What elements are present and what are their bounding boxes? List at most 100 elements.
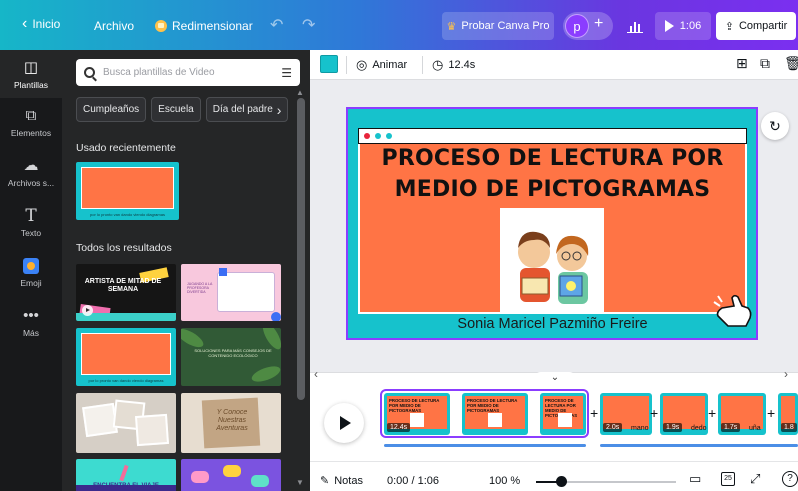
scroll-up-icon[interactable]: ▲ [296, 88, 304, 97]
timeline-play-button[interactable] [324, 403, 364, 443]
more-icon: ••• [23, 307, 39, 324]
text-icon: T [25, 206, 37, 226]
play-duration: 1:06 [679, 20, 702, 32]
template-thumb-recent[interactable]: por lo pronto van dando viendo diagramas [76, 162, 179, 220]
kids-reading-illustration[interactable] [500, 208, 604, 312]
results-section-title: Todos los resultados [76, 242, 172, 254]
rail-item-uploads[interactable]: ☁ Archivos s... [0, 158, 62, 189]
chip-fathers-day[interactable]: Día del padre › [205, 97, 289, 122]
timeline-clip[interactable]: 1.8 [778, 393, 798, 435]
rail-item-templates[interactable]: ◫ Plantillas [0, 50, 62, 98]
scroll-down-icon[interactable]: ▼ [296, 478, 304, 487]
audio-track[interactable] [600, 444, 798, 447]
chip-school[interactable]: Escuela [151, 97, 201, 122]
template-thumb-artista[interactable]: ARTISTA DE MITAD DE SEMANA [76, 264, 176, 321]
template-thumb-pink[interactable]: JUGANDO A LA PROFESORA DIVERTIDA [181, 264, 281, 321]
rail-item-text[interactable]: T Texto [0, 206, 62, 239]
template-thumb-photos[interactable] [76, 393, 176, 453]
zoom-level: 100 % [489, 475, 521, 487]
timeline-clip[interactable]: PROCESO DE LECTURA POR MEDIO DE PICTOGRA… [384, 393, 450, 435]
timeline-toggle-icon[interactable]: ▭ [689, 471, 701, 487]
audio-track[interactable] [384, 444, 586, 447]
help-button[interactable]: ? [782, 471, 798, 487]
chevron-right-icon[interactable]: › [277, 102, 282, 118]
slide-window-bar [358, 128, 747, 144]
rail-item-label: Emoji [20, 278, 42, 288]
timeline-clip[interactable]: PROCESO DE LECTURA POR MEDIO DE PICTOGRA… [540, 393, 586, 435]
resize-label: Redimensionar [172, 19, 253, 33]
rail-item-label: Archivos s... [7, 178, 55, 188]
timeline-clip[interactable]: 1.7s uña [718, 393, 766, 435]
add-collaborator-icon[interactable]: + [594, 15, 603, 33]
redo-icon[interactable]: ↷ [302, 15, 315, 35]
search-input[interactable]: Busca plantillas de Video [103, 67, 273, 78]
page-count-button[interactable]: 25 [721, 472, 735, 486]
rail-item-more[interactable]: ••• Más [0, 307, 62, 339]
clip-label: mano [631, 425, 649, 432]
background-color-swatch[interactable] [320, 55, 338, 73]
insights-icon[interactable] [620, 12, 650, 40]
clip-label: uña [749, 425, 761, 432]
rail-item-emoji[interactable]: Emoji [0, 258, 62, 288]
divider [422, 56, 423, 74]
add-clip-icon[interactable]: + [708, 405, 716, 421]
template-thumb-aqua[interactable]: ENCUENTRA EL VIAJE [76, 459, 176, 491]
chevron-left-icon[interactable]: ‹ [314, 367, 318, 381]
thumb-caption: ARTISTA DE MITAD DE SEMANA [84, 278, 162, 293]
refresh-icon[interactable]: ↻ [761, 112, 789, 140]
rail-item-label: Más [22, 328, 40, 338]
template-search[interactable]: Busca plantillas de Video ☰ [76, 59, 300, 86]
present-play-button[interactable]: 1:06 [655, 12, 711, 40]
share-label: Compartir [738, 20, 788, 32]
clip-duration: 1.7s [721, 423, 741, 432]
clip-title: PROCESO DE LECTURA POR MEDIO DE PICTOGRA… [467, 398, 518, 413]
slide-title-line: MEDIO DE PICTOGRAMAS [394, 177, 711, 202]
clip-duration: 1.9s [663, 423, 683, 432]
slide-subtitle[interactable]: Sonia Maricel Pazmiño Freire [360, 316, 745, 332]
templates-panel: Busca plantillas de Video ☰ Cumpleaños E… [62, 50, 310, 491]
delete-page-icon[interactable]: 🗑 [784, 55, 798, 72]
chip-birthday[interactable]: Cumpleaños [76, 97, 147, 122]
notes-button[interactable]: ✎ Notas [320, 474, 363, 488]
add-clip-icon[interactable]: + [650, 405, 658, 421]
add-clip-icon[interactable]: + [767, 405, 775, 421]
panel-scrollbar[interactable] [297, 98, 305, 400]
fullscreen-icon[interactable]: ⤢ [750, 471, 760, 487]
file-menu-button[interactable]: Archivo [94, 19, 134, 33]
duration-button[interactable]: ◷ 12.4s [432, 57, 475, 73]
playback-time: 0:00 / 1:06 [387, 475, 439, 487]
timeline-clip[interactable]: 1.9s dedo [660, 393, 708, 435]
animate-button[interactable]: ◎ Animar [356, 57, 407, 73]
rail-item-label: Texto [20, 228, 42, 238]
crown-icon [155, 20, 167, 32]
filter-icon[interactable]: ☰ [281, 66, 292, 80]
timeline-clip[interactable]: PROCESO DE LECTURA POR MEDIO DE PICTOGRA… [462, 393, 528, 435]
undo-icon[interactable]: ↶ [270, 15, 283, 35]
duration-label: 12.4s [448, 59, 476, 71]
chevron-right-icon[interactable]: › [784, 367, 788, 381]
thumb-caption: SOLUCIONES PARA MÁS CONSEJOS DE CONTENID… [194, 348, 272, 358]
try-pro-label: Probar Canva Pro [461, 20, 550, 32]
thumb-caption: por lo pronto van dando viendo diagramas [88, 378, 164, 383]
chevron-down-icon[interactable]: ⌄ [533, 372, 577, 386]
template-thumb-paper[interactable]: Y Conoce Nuestras Aventuras [181, 393, 281, 453]
slide-title[interactable]: PROCESO DE LECTURA POR MEDIO DE PICTOGRA… [360, 143, 745, 205]
share-button[interactable]: ⇪ Compartir [716, 12, 796, 40]
resize-button[interactable]: Redimensionar [155, 19, 253, 33]
duplicate-page-icon[interactable]: ⧉ [760, 55, 770, 72]
home-button[interactable]: ‹ Inicio [22, 16, 60, 32]
divider [346, 56, 347, 74]
search-icon [84, 67, 95, 78]
animate-icon: ◎ [356, 57, 368, 72]
add-page-icon[interactable]: ⊞ [736, 55, 748, 72]
try-pro-button[interactable]: ♛ Probar Canva Pro [442, 12, 554, 40]
timeline-clip[interactable]: 2.0s mano [600, 393, 652, 435]
template-thumb-green[interactable]: SOLUCIONES PARA MÁS CONSEJOS DE CONTENID… [181, 328, 281, 386]
template-thumb-games[interactable] [181, 459, 281, 491]
rail-item-elements[interactable]: ⧉ Elementos [0, 108, 62, 139]
avatar[interactable]: p [565, 14, 589, 38]
thumb-caption: ENCUENTRA EL VIAJE [93, 483, 159, 489]
file-label: Archivo [94, 19, 135, 33]
add-clip-icon[interactable]: + [590, 405, 598, 421]
template-thumb-frame[interactable]: por lo pronto van dando viendo diagramas [76, 328, 176, 386]
